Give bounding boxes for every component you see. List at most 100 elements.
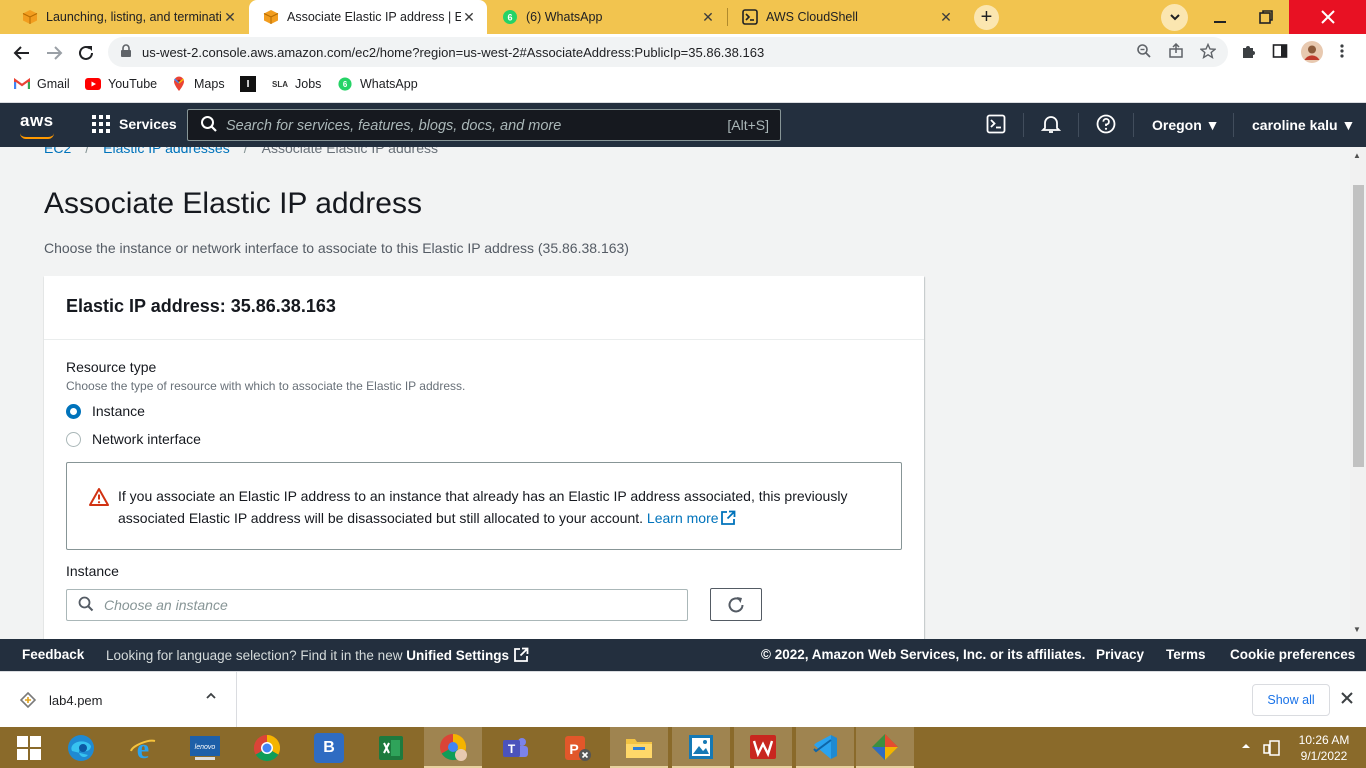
tab-whatsapp[interactable]: 6 (6) WhatsApp ✕ xyxy=(488,0,726,34)
aws-search-box[interactable]: [Alt+S] xyxy=(187,109,781,141)
browser-menu-icon[interactable] xyxy=(1339,43,1345,63)
bi-icon[interactable]: B xyxy=(300,727,358,768)
scroll-down-icon[interactable]: ▼ xyxy=(1353,625,1361,634)
download-shelf: lab4.pem Show all xyxy=(0,671,1366,728)
vscode-icon[interactable] xyxy=(796,727,854,768)
breadcrumb-separator: / xyxy=(85,147,90,156)
privacy-link[interactable]: Privacy xyxy=(1096,647,1144,662)
back-icon[interactable] xyxy=(9,40,35,66)
warning-alert: If you associate an Elastic IP address t… xyxy=(66,462,902,550)
region-selector[interactable]: Oregon ▼ xyxy=(1152,117,1220,133)
photos-icon[interactable] xyxy=(672,727,730,768)
chrome-profile-icon[interactable] xyxy=(424,727,482,768)
unified-settings-link[interactable]: Unified Settings xyxy=(406,648,509,663)
console-content: EC2 / Elastic IP addresses / Associate Elast… xyxy=(0,147,1350,639)
header-divider xyxy=(1233,113,1234,137)
tab-close-icon[interactable]: ✕ xyxy=(222,9,238,26)
radio-unselected-icon[interactable] xyxy=(66,431,81,447)
teams-icon[interactable]: T xyxy=(486,727,544,768)
omnibox[interactable]: us-west-2.console.aws.amazon.com/ec2/hom… xyxy=(108,37,1228,67)
cloudshell-icon[interactable] xyxy=(986,114,1006,139)
zoom-icon[interactable] xyxy=(1136,43,1152,62)
edge-icon[interactable] xyxy=(52,727,110,768)
excel-icon[interactable] xyxy=(362,727,420,768)
account-menu[interactable]: caroline kalu ▼ xyxy=(1252,117,1355,133)
cookie-preferences-link[interactable]: Cookie preferences xyxy=(1230,647,1355,662)
windows-start-icon[interactable] xyxy=(0,727,58,768)
tab-launching[interactable]: Launching, listing, and terminatin ✕ xyxy=(8,0,248,34)
tab-title: Launching, listing, and terminatin xyxy=(46,10,222,24)
tab-close-icon[interactable]: ✕ xyxy=(461,9,477,26)
share-icon[interactable] xyxy=(1168,42,1184,62)
app-icon[interactable]: P xyxy=(548,727,606,768)
feedback-link[interactable]: Feedback xyxy=(22,647,84,662)
aws-box-icon xyxy=(263,9,279,25)
new-tab-button[interactable]: + xyxy=(974,5,999,30)
download-item[interactable]: lab4.pem xyxy=(0,672,237,728)
breadcrumb-ec2[interactable]: EC2 xyxy=(44,147,71,156)
bookmark-star-icon[interactable] xyxy=(1199,42,1217,62)
side-panel-icon[interactable] xyxy=(1272,43,1288,63)
bookmark-whatsapp[interactable]: 6 WhatsApp xyxy=(337,76,418,92)
instance-select[interactable] xyxy=(66,589,688,621)
file-explorer-icon[interactable] xyxy=(610,727,668,768)
panel-header: Elastic IP address: 35.86.38.163 xyxy=(44,276,924,340)
tab-close-icon[interactable]: ✕ xyxy=(938,9,954,26)
bookmark-jobs[interactable]: SLA Jobs xyxy=(272,76,321,92)
aws-search-input[interactable] xyxy=(226,116,696,136)
instance-search-input[interactable] xyxy=(104,596,664,614)
tab-associate-eip[interactable]: Associate Elastic IP address | EC2 ✕ xyxy=(249,0,487,34)
bookmark-label: Gmail xyxy=(37,77,70,91)
radio-instance[interactable]: Instance xyxy=(66,403,145,419)
tablet-mode-icon[interactable] xyxy=(1263,740,1281,768)
terms-link[interactable]: Terms xyxy=(1166,647,1206,662)
window-close-icon[interactable] xyxy=(1289,0,1366,34)
aws-logo[interactable]: aws xyxy=(20,111,54,131)
restore-icon[interactable] xyxy=(1243,0,1289,34)
services-menu-button[interactable]: Services xyxy=(92,115,177,133)
learn-more-link[interactable]: Learn more xyxy=(647,510,736,526)
chevron-up-icon[interactable] xyxy=(205,690,217,705)
help-icon[interactable] xyxy=(1096,114,1116,139)
bookmark-maps[interactable]: Maps xyxy=(171,76,225,92)
file-icon xyxy=(19,691,37,712)
show-all-button[interactable]: Show all xyxy=(1252,684,1330,716)
radio-selected-icon[interactable] xyxy=(66,403,81,419)
external-link-icon xyxy=(513,647,529,663)
page-description: Choose the instance or network interface… xyxy=(44,240,629,256)
radio-network-interface[interactable]: Network interface xyxy=(66,431,201,447)
address-bar-row: us-west-2.console.aws.amazon.com/ec2/hom… xyxy=(0,34,1366,70)
reload-icon[interactable] xyxy=(73,40,99,66)
git-icon[interactable] xyxy=(856,727,914,768)
lenovo-icon[interactable]: lenovo xyxy=(176,727,234,768)
tab-search-icon[interactable] xyxy=(1161,4,1188,31)
tab-cloudshell[interactable]: AWS CloudShell ✕ xyxy=(728,0,964,34)
scrollbar-thumb[interactable] xyxy=(1353,185,1364,467)
page-scrollbar[interactable]: ▲ ▼ xyxy=(1350,147,1366,639)
resource-type-label: Resource type xyxy=(66,359,157,375)
services-grid-icon xyxy=(92,115,110,133)
close-icon[interactable] xyxy=(1340,689,1354,710)
bookmark-gmail[interactable]: Gmail xyxy=(14,76,70,92)
youtube-icon xyxy=(85,76,101,92)
browser-tab-strip: Launching, listing, and terminatin ✕ Ass… xyxy=(0,0,1366,34)
minimize-icon[interactable] xyxy=(1197,0,1243,34)
search-icon xyxy=(78,596,94,616)
notifications-bell-icon[interactable] xyxy=(1040,114,1062,139)
bookmark-youtube[interactable]: YouTube xyxy=(85,76,157,92)
tab-close-icon[interactable]: ✕ xyxy=(700,9,716,26)
breadcrumb-elastic-ips[interactable]: Elastic IP addresses xyxy=(103,147,230,156)
tray-overflow-icon[interactable] xyxy=(1241,740,1251,768)
header-divider xyxy=(1133,113,1134,137)
refresh-button[interactable] xyxy=(710,588,762,621)
forward-icon[interactable] xyxy=(41,40,67,66)
profile-avatar[interactable] xyxy=(1301,41,1323,67)
system-clock[interactable]: 10:26 AM 9/1/2022 xyxy=(1296,732,1352,764)
chrome-icon[interactable] xyxy=(238,727,296,768)
scroll-up-icon[interactable]: ▲ xyxy=(1353,151,1361,160)
bookmark-label: Jobs xyxy=(295,77,322,91)
bookmark-i[interactable]: I xyxy=(240,76,263,92)
extensions-icon[interactable] xyxy=(1240,43,1256,63)
ie-icon[interactable]: e xyxy=(114,727,172,768)
wps-icon[interactable] xyxy=(734,727,792,768)
